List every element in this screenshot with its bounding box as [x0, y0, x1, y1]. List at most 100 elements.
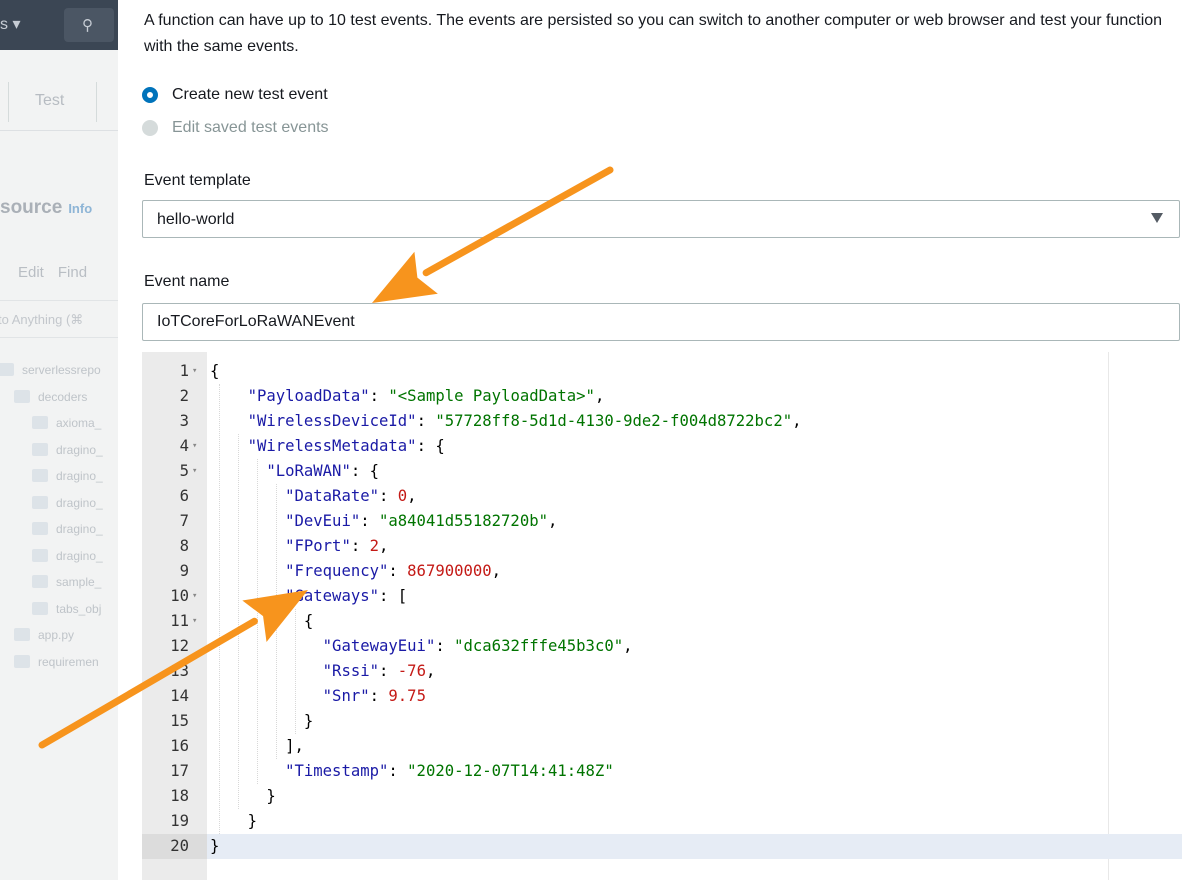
file-tree-item: dragino_: [0, 491, 118, 518]
file-icon: [32, 522, 48, 535]
file-tree-item: serverlessrepo: [0, 358, 118, 385]
code-token: :: [350, 537, 370, 555]
event-name-label: Event name: [144, 273, 230, 290]
event-name-input[interactable]: [142, 303, 1180, 341]
code-token: :: [369, 687, 389, 705]
code-token: 0: [397, 487, 408, 505]
editor-menu-bar: Edit Find: [18, 264, 101, 281]
code-token: ,: [792, 412, 802, 430]
event-template-label: Event template: [144, 172, 251, 189]
code-token: "GatewayEui": [322, 637, 436, 655]
code-token: "2020-12-07T14:41:48Z": [407, 762, 614, 780]
code-token: "a84041d55182720b": [379, 512, 548, 530]
file-tree-item: requiremen: [0, 650, 118, 677]
code-text: "PayloadData": "<Sample PayloadData>",: [210, 384, 605, 409]
file-icon: [32, 575, 48, 588]
radio-label: Edit saved test events: [172, 119, 329, 136]
file-tree-item: app.py: [0, 623, 118, 650]
code-token: : {: [416, 437, 445, 455]
code-token: "Timestamp": [285, 762, 389, 780]
code-token: :: [435, 637, 455, 655]
code-token: "WirelessDeviceId": [247, 412, 417, 430]
code-token: }: [210, 837, 220, 855]
code-line: 1 ▾ {: [142, 359, 1182, 384]
file-tree-item: tabs_obj: [0, 597, 118, 624]
goto-anything-bar: to Anything (⌘: [0, 300, 118, 338]
code-token: {: [303, 612, 314, 630]
code-line: 12 "GatewayEui": "dca632fffe45b3c0",: [142, 634, 1182, 659]
test-event-description: A function can have up to 10 test events…: [144, 12, 1163, 55]
code-token: : {: [350, 462, 380, 480]
code-token: 867900000: [407, 562, 492, 580]
tab-test: Test: [35, 92, 65, 109]
line-number: 10: [170, 587, 189, 605]
folder-icon: [14, 654, 30, 668]
radio-create-new-test-event[interactable]: Create new test event: [142, 86, 328, 104]
file-icon: [14, 628, 30, 641]
code-text: {: [210, 359, 219, 384]
line-number: 6: [179, 487, 189, 505]
indent-guide: [238, 434, 240, 809]
indent-guide: [257, 459, 258, 784]
event-json-editor[interactable]: 1 ▾{2 "PayloadData": "<Sample PayloadData…: [142, 352, 1182, 880]
code-line: 15 }: [142, 709, 1182, 734]
code-line: 16 ],: [142, 734, 1182, 759]
file-tree-label: requiremen: [38, 654, 99, 669]
code-line: 11 ▾ {: [142, 609, 1182, 634]
file-tree-label: dragino_: [56, 495, 103, 510]
code-token: }: [266, 787, 276, 805]
code-text: "Rssi": -76,: [210, 659, 436, 684]
radio-disabled-icon: [142, 120, 158, 136]
code-line: 7 "DevEui": "a84041d55182720b",: [142, 509, 1182, 534]
code-token: "DataRate": [285, 487, 379, 505]
file-tree-item: dragino_: [0, 544, 118, 571]
code-token: :: [416, 412, 436, 430]
line-number: 1: [179, 362, 189, 380]
file-icon: [32, 442, 48, 456]
fold-toggle-icon[interactable]: ▾: [192, 359, 197, 384]
code-token: "WirelessMetadata": [247, 437, 417, 455]
file-tree-label: app.py: [38, 628, 75, 642]
code-token: "Snr": [322, 687, 370, 705]
fold-toggle-icon[interactable]: ▾: [192, 609, 197, 634]
event-template-value: hello-world: [157, 211, 235, 228]
line-number: 7: [179, 512, 189, 530]
code-token: "57728ff8-5d1d-4130-9de2-f004d8722bc2": [435, 412, 793, 430]
search-icon: ⚲: [82, 17, 93, 34]
folder-icon: [14, 389, 30, 403]
code-text: "Frequency": 867900000,: [210, 559, 501, 584]
radio-edit-saved-test-events[interactable]: Edit saved test events: [142, 119, 329, 137]
file-icon: [32, 469, 48, 482]
background-console: s ▾ ⚲ Test source Info Edit Find to Anythi…: [0, 0, 118, 880]
radio-label: Create new test event: [172, 86, 328, 103]
tab-divider: [8, 82, 9, 122]
code-line: 17 "Timestamp": "2020-12-07T14:41:48Z": [142, 759, 1182, 784]
fold-toggle-icon[interactable]: ▾: [192, 434, 197, 459]
line-number: 11: [170, 612, 189, 630]
code-token: :: [379, 487, 398, 505]
line-number: 12: [170, 637, 189, 655]
indent-guide: [275, 484, 277, 759]
event-template-select[interactable]: hello-world: [142, 200, 1180, 238]
code-token: :: [360, 512, 379, 530]
radio-selected-icon: [142, 87, 158, 103]
code-text: "GatewayEui": "dca632fffe45b3c0",: [210, 634, 633, 659]
fold-toggle-icon[interactable]: ▾: [192, 459, 197, 484]
code-token: "Rssi": [322, 662, 380, 680]
code-line: 4 ▾ "WirelessMetadata": {: [142, 434, 1182, 459]
file-tree-label: axioma_: [56, 416, 102, 430]
code-token: }: [303, 712, 314, 730]
code-token: :: [388, 762, 408, 780]
code-token: ,: [407, 487, 417, 505]
code-token: "FPort": [285, 537, 351, 555]
file-icon: [32, 495, 48, 509]
line-number: 9: [179, 562, 189, 580]
file-tree-label: dragino_: [56, 442, 103, 457]
goto-anything-text: to Anything (⌘: [0, 312, 84, 327]
fold-toggle-icon[interactable]: ▾: [192, 584, 197, 609]
